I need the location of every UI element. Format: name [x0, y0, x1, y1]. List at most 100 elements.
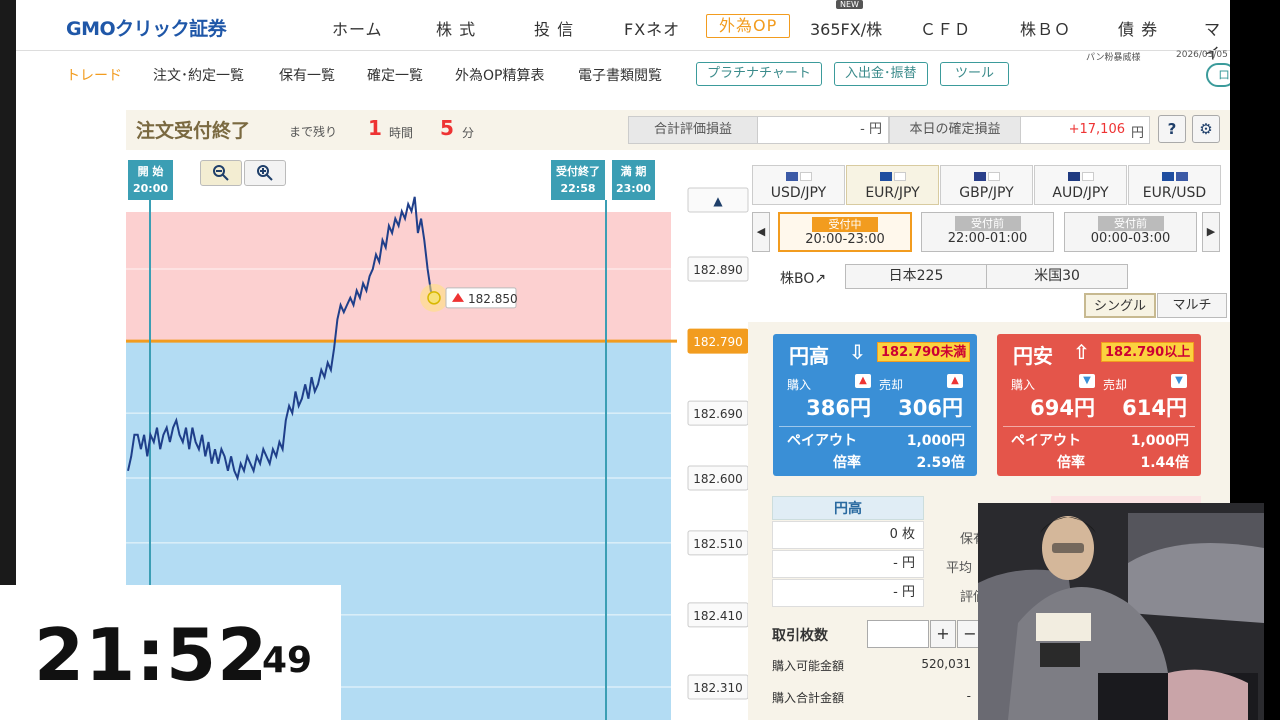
- deposit-button[interactable]: 入出金･振替: [834, 62, 928, 86]
- yen-low-card[interactable]: 円安 ⇧ 182.790以上 購入 ▼ 売却 ▼ 694円 614円 ペイアウト…: [997, 334, 1201, 476]
- remain-hours-unit: 時間: [389, 126, 414, 140]
- session-2[interactable]: 受付前 22:00-01:00: [921, 212, 1054, 252]
- payout-label: ペイアウト: [787, 433, 857, 449]
- topnav-365fx[interactable]: 365FX/株: [810, 16, 882, 40]
- current-price-label: 182.850: [468, 292, 518, 306]
- clock-seconds: 49: [262, 640, 313, 681]
- threshold-badge: 182.790未満: [877, 342, 971, 362]
- today-pl-label: 本日の確定損益: [889, 116, 1021, 144]
- card-title: 円高: [789, 344, 829, 368]
- topnav-cfd[interactable]: ＣＦＤ: [920, 16, 971, 40]
- topnav-fx-option[interactable]: 外為OP: [706, 14, 791, 38]
- available-amount-value: 520,031: [921, 657, 971, 671]
- subnav-confirmed[interactable]: 確定一覧: [367, 65, 423, 85]
- ratio-label: 倍率: [1057, 455, 1085, 471]
- stock-bo-link[interactable]: 株BO↗: [780, 268, 826, 288]
- down-triangle-icon: ▼: [1079, 374, 1095, 388]
- webcam-image: [978, 503, 1264, 720]
- logout-button[interactable]: ロ: [1206, 63, 1230, 87]
- tools-button[interactable]: ツール: [940, 62, 1010, 86]
- subnav-holdings[interactable]: 保有一覧: [279, 65, 335, 85]
- expiry-time-flag: 満 期 23:00: [612, 160, 656, 200]
- zoom-in-icon: [257, 165, 273, 181]
- remain-label: まで残り: [289, 125, 338, 139]
- topnav-stocks[interactable]: 株 式: [436, 16, 476, 40]
- tab-gbp-jpy[interactable]: GBP/JPY: [940, 165, 1033, 205]
- zoom-out-button[interactable]: [200, 160, 242, 186]
- tab-aud-jpy[interactable]: AUD/JPY: [1034, 165, 1127, 205]
- up-arrow-icon: ⇧: [1073, 340, 1090, 364]
- card-title: 円安: [1013, 344, 1053, 368]
- yen-high-card[interactable]: 円高 ⇩ 182.790未満 購入 ▲ 売却 ▲ 386円 306円 ペイアウト…: [773, 334, 977, 476]
- buy-price[interactable]: 386円: [781, 392, 871, 422]
- nav-divider: [16, 50, 1230, 51]
- quantity-input[interactable]: [867, 620, 929, 648]
- session-prev-arrow[interactable]: ◀: [752, 212, 770, 252]
- topnav-funds[interactable]: 投 信: [534, 16, 574, 40]
- sell-price[interactable]: 306円: [873, 392, 963, 422]
- subnav-orders[interactable]: 注文･約定一覧: [153, 65, 244, 85]
- tab-usd-jpy[interactable]: USD/JPY: [752, 165, 845, 205]
- topnav-stock-bo[interactable]: 株ＢＯ: [1020, 16, 1071, 40]
- payout-value: 1,000円: [906, 433, 965, 449]
- start-time-flag: 開 始 20:00: [128, 160, 174, 200]
- total-amount-value: -: [966, 689, 971, 703]
- payout-value: 1,000円: [1130, 433, 1189, 449]
- remain-hours: 1: [368, 116, 382, 140]
- platinum-chart-button[interactable]: プラチナチャート: [696, 62, 822, 86]
- subnav-settlement[interactable]: 外為OP精算表: [455, 65, 544, 85]
- upper-zone: [126, 212, 671, 342]
- session-3[interactable]: 受付前 00:00-03:00: [1064, 212, 1197, 252]
- help-icon[interactable]: ?: [1158, 115, 1186, 143]
- up-triangle-icon: ▲: [947, 374, 963, 388]
- threshold-badge: 182.790以上: [1101, 342, 1195, 362]
- payout-label: ペイアウト: [1011, 433, 1081, 449]
- tab-eur-jpy[interactable]: EUR/JPY: [846, 165, 939, 205]
- ratio-value: 2.59倍: [916, 455, 965, 471]
- buy-price[interactable]: 694円: [1005, 392, 1095, 422]
- tab-eur-usd[interactable]: EUR/USD: [1128, 165, 1221, 205]
- topnav-bonds[interactable]: 債 券: [1118, 16, 1158, 40]
- subnav-documents[interactable]: 電子書類閲覧: [578, 65, 662, 85]
- sell-price[interactable]: 614円: [1097, 392, 1187, 422]
- down-triangle-icon: ▼: [1171, 374, 1187, 388]
- quantity-plus-button[interactable]: +: [930, 620, 956, 648]
- available-amount-label: 購入可能金額: [772, 659, 845, 673]
- sell-label: 売却: [1103, 378, 1128, 392]
- bo-nikkei225-button[interactable]: 日本225: [845, 264, 987, 289]
- currency-tabs: USD/JPY EUR/JPY GBP/JPY AUD/JPY EUR/USD: [752, 165, 1222, 205]
- position-avg: - 円: [772, 550, 924, 578]
- topnav-fxneo[interactable]: FXネオ: [624, 16, 680, 40]
- multi-mode-button[interactable]: マルチ: [1157, 293, 1227, 318]
- close-time-flag: 受付終了 22:58: [551, 160, 605, 200]
- y-tick-label: 182.890: [693, 263, 743, 277]
- zoom-in-button[interactable]: [244, 160, 286, 186]
- subnav-trade[interactable]: トレード: [66, 65, 122, 85]
- status-title: 注文受付終了: [136, 120, 251, 142]
- position-header: 円高: [772, 496, 924, 520]
- scroll-up-icon: ▲: [713, 194, 723, 208]
- remain-minutes-unit: 分: [462, 126, 475, 140]
- topnav-home[interactable]: ホーム: [332, 16, 383, 40]
- position-count: 0 枚: [772, 521, 924, 549]
- single-mode-button[interactable]: シングル: [1084, 293, 1156, 318]
- y-tick-label: 182.310: [693, 681, 743, 695]
- user-name: パン粉暴威様: [1086, 53, 1141, 63]
- zoom-out-icon: [213, 165, 229, 181]
- buy-label: 購入: [787, 378, 812, 392]
- date-text: 2026/03/05: [1176, 50, 1228, 60]
- total-amount-label: 購入合計金額: [772, 691, 845, 705]
- buy-label: 購入: [1011, 378, 1036, 392]
- y-tick-label: 182.600: [693, 472, 743, 486]
- clock-time: 21:52: [34, 613, 269, 697]
- bo-us30-button[interactable]: 米国30: [986, 264, 1128, 289]
- current-price-dot: [427, 291, 441, 305]
- ratio-value: 1.44倍: [1140, 455, 1189, 471]
- today-pl-unit: 円: [1131, 126, 1145, 141]
- gear-icon[interactable]: ⚙: [1192, 115, 1220, 143]
- y-tick-label: 182.690: [693, 407, 743, 421]
- session-next-arrow[interactable]: ▶: [1202, 212, 1220, 252]
- total-pl-value: - 円: [757, 116, 889, 144]
- webcam-overlay: [978, 503, 1264, 720]
- session-1[interactable]: 受付中 20:00-23:00: [778, 212, 912, 252]
